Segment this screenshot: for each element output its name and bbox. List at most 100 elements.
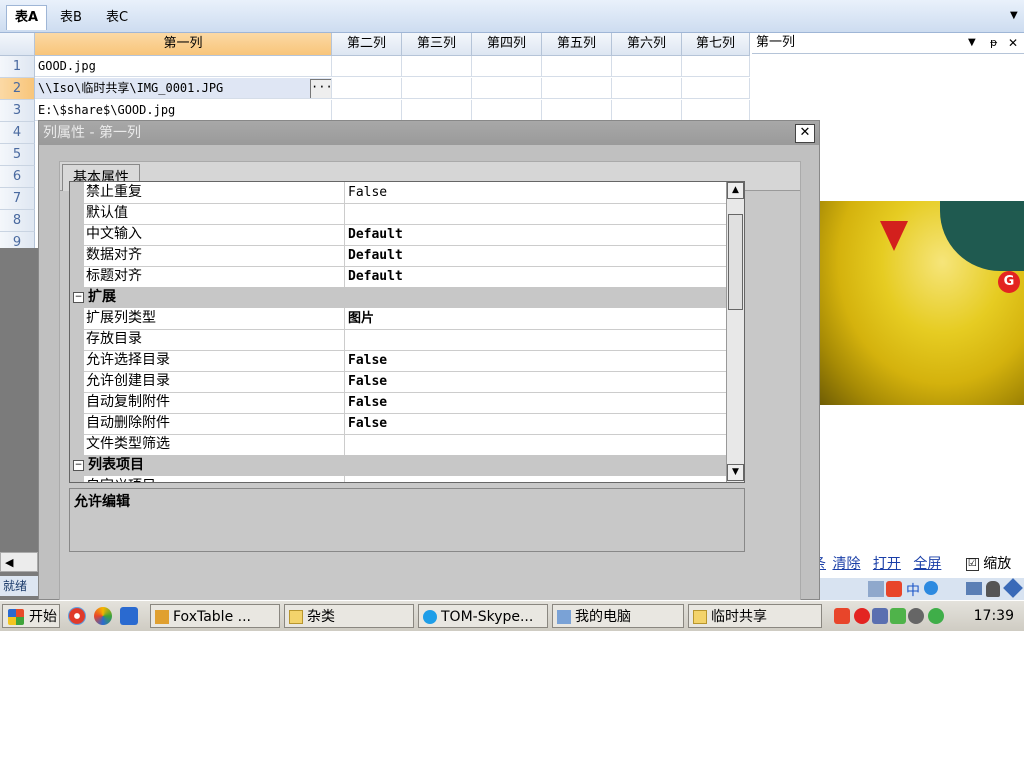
ime-mode-indicator[interactable]: 中	[906, 580, 920, 600]
grid-cell[interactable]	[402, 100, 472, 121]
scroll-up-icon[interactable]: ▲	[727, 182, 744, 199]
grid-cell[interactable]: E:\$share$\GOOD.jpg	[35, 100, 332, 121]
column-header[interactable]: 第二列	[332, 33, 402, 56]
property-value[interactable]: False	[348, 371, 726, 392]
clear-link[interactable]: 清除	[832, 556, 860, 572]
column-header[interactable]: 第一列	[35, 33, 332, 56]
property-row[interactable]: 扩展列类型 图片	[70, 308, 726, 330]
refresh-icon[interactable]	[120, 607, 138, 625]
row-header[interactable]: 2	[0, 78, 35, 100]
zoom-checkbox[interactable]: ☑	[965, 557, 979, 571]
app-badge-icon[interactable]: G	[998, 271, 1020, 293]
column-header[interactable]: 第三列	[402, 33, 472, 56]
row-header[interactable]: 3	[0, 100, 35, 122]
collapse-icon[interactable]: −	[73, 291, 84, 303]
ellipsis-button[interactable]: ···	[310, 79, 331, 98]
property-row[interactable]: 存放目录	[70, 329, 726, 351]
property-row[interactable]: 标题对齐 Default	[70, 266, 726, 288]
grid-cell[interactable]	[612, 78, 682, 99]
taskbar-button-skype[interactable]: TOM-Skype...	[418, 604, 548, 628]
property-category[interactable]: − 扩展	[70, 287, 726, 308]
collapse-icon[interactable]: −	[73, 459, 84, 471]
property-value[interactable]: False	[348, 413, 726, 434]
grid-cell[interactable]	[472, 100, 542, 121]
property-value[interactable]: False	[348, 182, 726, 203]
grid-cell[interactable]	[542, 56, 612, 77]
tab-sheet-c[interactable]: 表C	[98, 6, 136, 30]
grid-cell[interactable]	[402, 56, 472, 77]
sogou-icon[interactable]	[886, 581, 902, 597]
security-tray-icon[interactable]	[854, 608, 870, 624]
dialog-title-bar[interactable]: 列属性 - 第一列 ✕	[39, 121, 819, 145]
open-link[interactable]: 打开	[873, 556, 901, 572]
grid-cell[interactable]	[682, 100, 750, 121]
grid-cell[interactable]	[402, 78, 472, 99]
grid-cell[interactable]	[542, 78, 612, 99]
property-value[interactable]: Default	[348, 245, 726, 266]
grid-cell[interactable]	[332, 56, 402, 77]
grid-cell[interactable]: GOOD.jpg	[35, 56, 332, 77]
taskbar-button-folder[interactable]: 杂类	[284, 604, 414, 628]
column-header[interactable]: 第四列	[472, 33, 542, 56]
property-row[interactable]: 允许创建目录 False	[70, 371, 726, 393]
row-header[interactable]: 8	[0, 210, 35, 232]
panel-dropdown-icon[interactable]: ▼	[968, 33, 976, 53]
property-value[interactable]: Default	[348, 266, 726, 287]
grid-cell[interactable]	[472, 56, 542, 77]
property-row[interactable]: 自动删除附件 False	[70, 413, 726, 435]
grid-cell[interactable]	[682, 78, 750, 99]
grid-cell-editing[interactable]: \\Iso\临时共享\IMG_0001.JPG ···	[35, 78, 332, 99]
property-row[interactable]: 允许选择目录 False	[70, 350, 726, 372]
taskbar-button-foxtable[interactable]: FoxTable ...	[150, 604, 280, 628]
moon-icon[interactable]	[924, 581, 938, 595]
tab-list-dropdown-icon[interactable]: ▼	[1010, 10, 1020, 21]
grid-cell[interactable]	[332, 78, 402, 99]
grid-cell[interactable]	[612, 100, 682, 121]
disk-tray-icon[interactable]	[908, 608, 924, 624]
fullscreen-link[interactable]: 全屏	[913, 556, 941, 572]
tab-sheet-b[interactable]: 表B	[52, 6, 90, 30]
property-row[interactable]: 默认值	[70, 203, 726, 225]
row-header[interactable]: 7	[0, 188, 35, 210]
property-row[interactable]: 文件类型筛选	[70, 434, 726, 456]
settings-icon[interactable]	[986, 581, 1000, 597]
column-header[interactable]: 第五列	[542, 33, 612, 56]
column-header[interactable]: 第七列	[682, 33, 750, 56]
row-header[interactable]: 1	[0, 56, 35, 78]
property-value[interactable]	[348, 203, 726, 224]
scroll-left-icon[interactable]: ◀	[5, 556, 13, 569]
taskbar-button-shared-folder[interactable]: 临时共享	[688, 604, 822, 628]
keyboard-icon[interactable]	[966, 582, 982, 595]
scroll-down-icon[interactable]: ▼	[727, 464, 744, 481]
property-row[interactable]: 自动复制附件 False	[70, 392, 726, 414]
row-header[interactable]: 6	[0, 166, 35, 188]
property-value[interactable]	[348, 434, 726, 455]
row-header[interactable]: 5	[0, 144, 35, 166]
pin-icon[interactable]: ᵽ	[990, 33, 997, 53]
scroll-thumb[interactable]	[728, 214, 743, 310]
player-icon[interactable]	[94, 607, 112, 625]
wrench-icon[interactable]	[1003, 578, 1023, 598]
tab-sheet-a[interactable]: 表A	[6, 5, 48, 30]
grid-cell[interactable]	[542, 100, 612, 121]
start-button[interactable]: 开始	[2, 604, 60, 628]
grid-cell[interactable]	[332, 100, 402, 121]
property-row[interactable]: 自定义项目	[70, 476, 726, 482]
property-value[interactable]: Default	[348, 224, 726, 245]
media-player-icon[interactable]	[68, 607, 86, 625]
horizontal-scrollbar[interactable]: ◀	[0, 552, 38, 572]
property-value[interactable]	[348, 476, 726, 482]
grid-cell[interactable]	[612, 56, 682, 77]
messenger-tray-icon[interactable]	[890, 608, 906, 624]
dialog-close-button[interactable]: ✕	[795, 124, 815, 143]
update-tray-icon[interactable]	[928, 608, 944, 624]
taskbar-button-my-computer[interactable]: 我的电脑	[552, 604, 684, 628]
close-icon[interactable]: ✕	[1008, 33, 1018, 53]
property-value[interactable]: False	[348, 392, 726, 413]
sogou-tray-icon[interactable]	[834, 608, 850, 624]
property-value[interactable]: False	[348, 350, 726, 371]
property-value[interactable]	[348, 329, 726, 350]
property-row[interactable]: 中文输入 Default	[70, 224, 726, 246]
property-row[interactable]: 数据对齐 Default	[70, 245, 726, 267]
column-header[interactable]: 第六列	[612, 33, 682, 56]
